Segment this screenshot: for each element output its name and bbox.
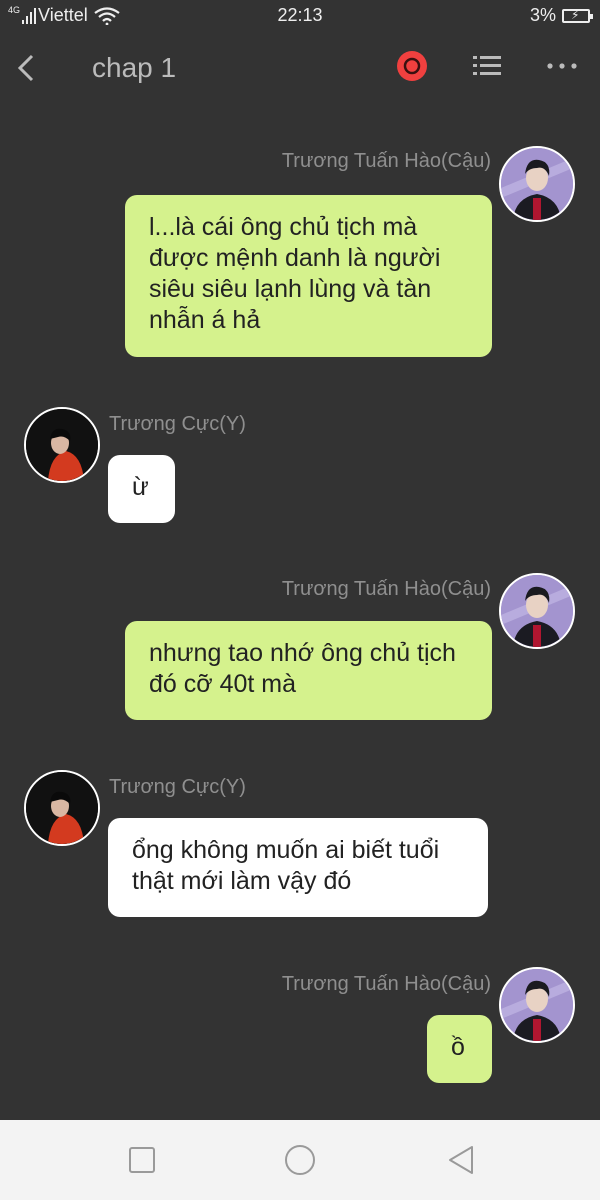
home-icon bbox=[285, 1145, 315, 1175]
recent-apps-icon bbox=[129, 1147, 155, 1173]
nav-back-button[interactable] bbox=[444, 1142, 480, 1178]
avatar[interactable] bbox=[499, 967, 575, 1043]
clock: 22:13 bbox=[277, 5, 323, 25]
sender-name: Trương Cực(Y) bbox=[109, 776, 246, 798]
recent-apps-button[interactable] bbox=[124, 1142, 160, 1178]
message-bubble-received: ừ bbox=[108, 455, 175, 523]
avatar[interactable] bbox=[24, 407, 100, 483]
message-bubble-sent: l...là cái ông chủ tịch mà được mệnh dan… bbox=[125, 195, 492, 357]
record-icon bbox=[397, 51, 427, 81]
record-button[interactable] bbox=[396, 50, 428, 82]
list-icon bbox=[473, 56, 501, 75]
sender-name: Trương Tuấn Hào(Cậu) bbox=[281, 973, 491, 995]
avatar[interactable] bbox=[499, 146, 575, 222]
battery-icon: ⚡ bbox=[562, 8, 593, 23]
message-bubble-sent: ồ bbox=[427, 1015, 492, 1083]
sender-name: Trương Cực(Y) bbox=[109, 413, 246, 435]
back-icon bbox=[449, 1146, 473, 1174]
back-button[interactable] bbox=[14, 50, 46, 86]
more-button[interactable] bbox=[546, 50, 578, 82]
home-button[interactable] bbox=[282, 1142, 318, 1178]
status-right: 3% ⚡ bbox=[529, 5, 593, 26]
chapter-list-button[interactable] bbox=[471, 50, 503, 82]
message-bubble-sent: nhưng tao nhớ ông chủ tịch đó cỡ 40t mà bbox=[125, 621, 492, 720]
message-bubble-received: ổng không muốn ai biết tuổi thật mới làm… bbox=[108, 818, 488, 917]
more-icon bbox=[547, 63, 577, 69]
status-bar: 4G Viettel 22:13 3% ⚡ bbox=[0, 0, 600, 32]
sender-name: Trương Tuấn Hào(Cậu) bbox=[281, 150, 491, 172]
avatar[interactable] bbox=[24, 770, 100, 846]
chapter-title: chap 1 bbox=[92, 52, 177, 83]
back-arrow-icon bbox=[17, 54, 34, 82]
battery-percent: 3% bbox=[529, 5, 556, 25]
system-nav-bar bbox=[0, 1120, 600, 1200]
avatar[interactable] bbox=[499, 573, 575, 649]
sender-name: Trương Tuấn Hào(Cậu) bbox=[281, 578, 491, 600]
app-header: chap 1 bbox=[0, 32, 600, 104]
